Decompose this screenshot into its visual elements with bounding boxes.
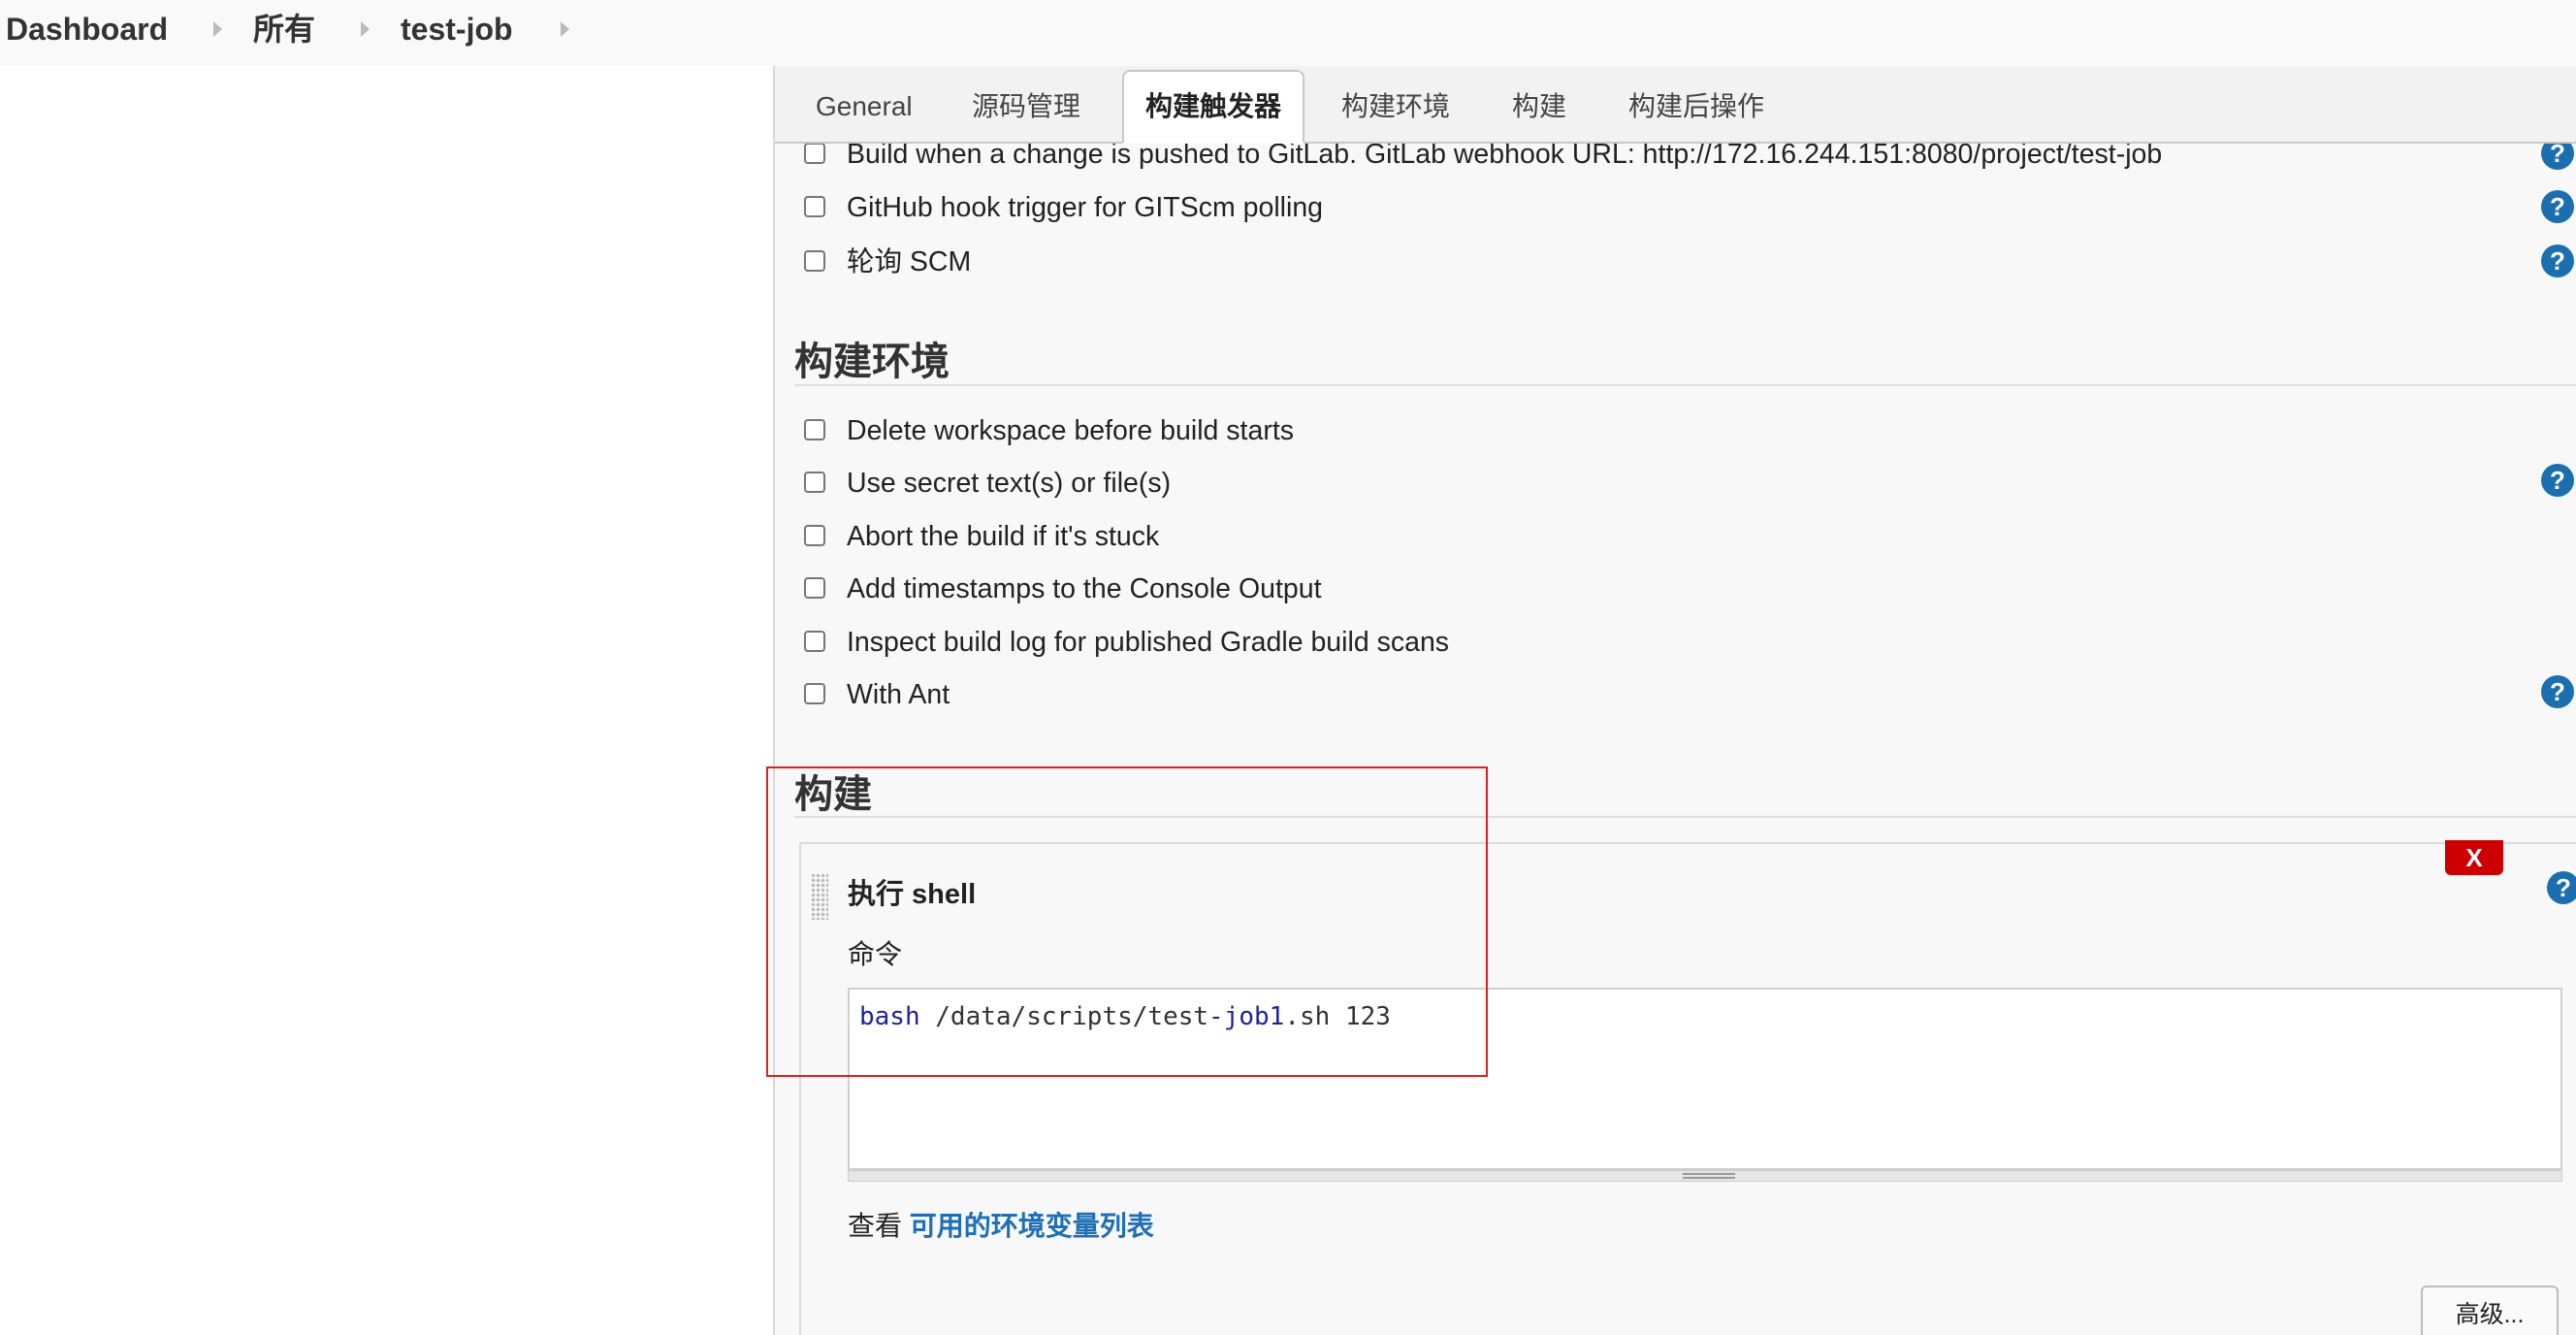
delete-step-button[interactable]: X (2445, 840, 2503, 875)
trigger-poll-scm-checkbox[interactable] (804, 250, 825, 272)
tab-build[interactable]: 构建 (1512, 85, 1566, 128)
env-timestamps-label: Add timestamps to the Console Output (847, 573, 1322, 604)
section-divider (794, 816, 2576, 818)
command-label: 命令 (848, 939, 903, 969)
trigger-github-checkbox[interactable] (804, 196, 825, 217)
env-delete-workspace-label: Delete workspace before build starts (847, 415, 1294, 446)
breadcrumb-job[interactable]: test-job (401, 8, 513, 50)
config-main: General 源码管理 构建触发器 构建环境 构建 构建后操作 Build w… (775, 66, 2576, 1335)
resize-grip-icon (1683, 1173, 1735, 1179)
breadcrumb-dashboard[interactable]: Dashboard (6, 8, 168, 50)
tab-general[interactable]: General (816, 85, 913, 128)
tab-build-env[interactable]: 构建环境 (1341, 85, 1450, 128)
env-vars-link[interactable]: 可用的环境变量列表 (910, 1211, 1154, 1241)
build-step-shell: 执行 shell X ? 命令 bash /data/scripts/test-… (799, 840, 2576, 1335)
env-secret-checkbox[interactable] (804, 472, 825, 493)
env-secret-label: Use secret text(s) or file(s) (847, 468, 1172, 499)
env-with-ant-label: With Ant (847, 679, 950, 710)
env-gradle-scans-label: Inspect build log for published Gradle b… (847, 627, 1450, 658)
env-delete-workspace-checkbox[interactable] (804, 419, 825, 440)
breadcrumb: Dashboard 所有 test-job (0, 0, 2576, 67)
section-title-build: 构建 (794, 773, 872, 816)
env-timestamps-checkbox[interactable] (804, 577, 825, 599)
help-icon[interactable]: ? (2541, 464, 2574, 497)
section-title-build-env: 构建环境 (794, 341, 950, 383)
env-vars-line: 查看 可用的环境变量列表 (848, 1211, 1154, 1241)
config-tabbar: General 源码管理 构建触发器 构建环境 构建 构建后操作 (775, 66, 2576, 144)
help-icon[interactable]: ? (2541, 675, 2574, 708)
drag-handle-icon[interactable] (811, 873, 828, 920)
side-panel (0, 66, 773, 1335)
breadcrumb-chevron-icon[interactable] (561, 21, 569, 37)
trigger-poll-scm-label: 轮询 SCM (847, 246, 972, 277)
tab-build-triggers[interactable]: 构建触发器 (1122, 70, 1305, 144)
help-icon[interactable]: ? (2541, 190, 2574, 223)
section-divider (794, 384, 2576, 386)
env-abort-stuck-label: Abort the build if it's stuck (847, 521, 1160, 552)
trigger-github-label: GitHub hook trigger for GITScm polling (847, 192, 1324, 223)
command-code: bash /data/scripts/test-job1.sh 123 (859, 1002, 1391, 1031)
env-with-ant-checkbox[interactable] (804, 683, 825, 704)
build-step-title: 执行 shell (848, 879, 977, 910)
help-icon[interactable]: ? (2541, 244, 2574, 277)
breadcrumb-chevron-icon[interactable] (361, 21, 370, 37)
textarea-resize-handle[interactable] (848, 1170, 2562, 1182)
tab-scm[interactable]: 源码管理 (972, 85, 1080, 128)
env-gradle-scans-checkbox[interactable] (804, 631, 825, 652)
tab-post-build[interactable]: 构建后操作 (1628, 85, 1764, 128)
env-abort-stuck-checkbox[interactable] (804, 525, 825, 546)
breadcrumb-all[interactable]: 所有 (253, 8, 315, 50)
trigger-gitlab-checkbox[interactable] (804, 143, 825, 164)
help-icon[interactable]: ? (2547, 871, 2576, 904)
command-textarea[interactable]: bash /data/scripts/test-job1.sh 123 (848, 988, 2562, 1170)
breadcrumb-chevron-icon[interactable] (213, 21, 222, 37)
advanced-button[interactable]: 高级... (2421, 1286, 2559, 1335)
